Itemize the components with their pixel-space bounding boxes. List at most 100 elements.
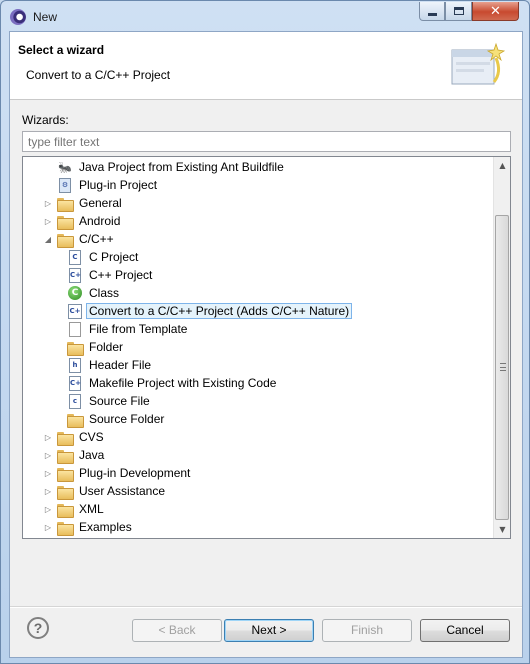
- finish-button[interactable]: Finish: [322, 619, 412, 642]
- expand-arrow-icon[interactable]: ▷: [43, 487, 53, 496]
- tree-item[interactable]: ▷ Android: [23, 212, 493, 230]
- scroll-down-icon[interactable]: ▼: [494, 521, 510, 538]
- collapse-arrow-icon[interactable]: ◢: [43, 235, 53, 244]
- grip-icon: [500, 363, 506, 371]
- expand-arrow-icon[interactable]: ▷: [43, 469, 53, 478]
- tree-item-label: File from Template: [89, 322, 188, 336]
- tree-item[interactable]: ▷ Java: [23, 446, 493, 464]
- tree-item-label: Folder: [89, 340, 124, 354]
- tree-item-label: General: [79, 196, 122, 210]
- folder-icon: [57, 465, 74, 482]
- folder-icon: [57, 195, 74, 212]
- tree-item[interactable]: ▷ User Assistance: [23, 482, 493, 500]
- tree-item[interactable]: c Source File: [23, 392, 493, 410]
- back-button[interactable]: < Back: [132, 619, 222, 642]
- tree-item-label: Header File: [89, 358, 152, 372]
- tree-item-label: Android: [79, 214, 121, 228]
- folder-icon: [67, 339, 84, 356]
- scroll-up-icon[interactable]: ▲: [494, 157, 510, 174]
- tree-item[interactable]: Source Folder: [23, 410, 493, 428]
- folder-icon: [57, 519, 74, 536]
- folder-icon: [57, 231, 74, 248]
- tree-item-label: Source Folder: [89, 412, 165, 426]
- tree-item[interactable]: ▷ Examples: [23, 518, 493, 536]
- tree-item[interactable]: ▷ Plug-in Development: [23, 464, 493, 482]
- next-button[interactable]: Next >: [224, 619, 314, 642]
- tree-item-label: Source File: [89, 394, 150, 408]
- tree-item[interactable]: ▷ CVS: [23, 428, 493, 446]
- expand-arrow-icon[interactable]: ▷: [43, 433, 53, 442]
- folder-icon: [57, 213, 74, 230]
- scrollbar-thumb[interactable]: [495, 215, 509, 520]
- tree-item-label: Makefile Project with Existing Code: [89, 376, 277, 390]
- folder-icon: [57, 483, 74, 500]
- maximize-button[interactable]: [445, 2, 472, 21]
- tree-item-label: Examples: [79, 520, 132, 534]
- tree-item[interactable]: 🐜 Java Project from Existing Ant Buildfil…: [23, 158, 493, 176]
- tree-item-label: Java: [79, 448, 105, 462]
- convert-icon: C+: [67, 303, 83, 319]
- tree-item[interactable]: C C Project: [23, 248, 493, 266]
- class-icon: C: [67, 285, 83, 301]
- title-bar[interactable]: New ✕: [1, 1, 529, 31]
- tree-item[interactable]: ▷ XML: [23, 500, 493, 518]
- tree-item[interactable]: Folder: [23, 338, 493, 356]
- tree-item-label: Plug-in Project: [79, 178, 158, 192]
- source-file-icon: c: [67, 393, 83, 409]
- tree-item-label: Java Project from Existing Ant Buildfile: [79, 160, 284, 174]
- expand-arrow-icon[interactable]: ▷: [43, 451, 53, 460]
- close-icon: ✕: [490, 3, 501, 19]
- tree-item-label: Class: [89, 286, 120, 300]
- expand-arrow-icon[interactable]: ▷: [43, 505, 53, 514]
- tree-item-label: Convert to a C/C++ Project (Adds C/C++ N…: [86, 303, 353, 319]
- folder-icon: [57, 447, 74, 464]
- expand-arrow-icon[interactable]: ▷: [43, 199, 53, 208]
- tree-item[interactable]: ▷ General: [23, 194, 493, 212]
- header-file-icon: h: [67, 357, 83, 373]
- maximize-icon: [453, 7, 464, 15]
- close-button[interactable]: ✕: [472, 2, 519, 21]
- tree-item[interactable]: File from Template: [23, 320, 493, 338]
- ant-icon: 🐜: [58, 160, 72, 174]
- minimize-icon: [427, 12, 437, 16]
- makefile-icon: C+: [67, 375, 83, 391]
- tree-item[interactable]: C Class: [23, 284, 493, 302]
- folder-icon: [57, 429, 74, 446]
- plugin-project-icon: ⚙: [57, 177, 73, 193]
- tree-item[interactable]: ⚙ Plug-in Project: [23, 176, 493, 194]
- wizards-label: Wizards:: [22, 113, 69, 127]
- wizard-banner: Select a wizard Convert to a C/C++ Proje…: [10, 32, 522, 100]
- wizard-banner-icon: [451, 42, 506, 85]
- source-folder-icon: [67, 411, 84, 428]
- cpp-project-icon: C+: [67, 267, 83, 283]
- tree-vertical-scrollbar[interactable]: ▲ ▼: [493, 157, 510, 538]
- banner-title: Select a wizard: [18, 43, 105, 57]
- tree-item[interactable]: h Header File: [23, 356, 493, 374]
- folder-icon: [57, 501, 74, 518]
- tree-item-label: XML: [79, 502, 104, 516]
- file-template-icon: [67, 321, 83, 337]
- banner-message: Convert to a C/C++ Project: [26, 68, 171, 82]
- expand-arrow-icon[interactable]: ▷: [43, 523, 53, 532]
- cancel-button[interactable]: Cancel: [420, 619, 510, 642]
- wizard-tree[interactable]: 🐜 Java Project from Existing Ant Buildfil…: [22, 156, 511, 539]
- help-button[interactable]: ?: [27, 617, 49, 639]
- button-bar-separator: [10, 606, 522, 608]
- minimize-button[interactable]: [419, 2, 445, 21]
- new-wizard-window: New ✕ Select a wizard Convert to a C/C++…: [0, 0, 530, 664]
- tree-item[interactable]: C+ Makefile Project with Existing Code: [23, 374, 493, 392]
- tree-item[interactable]: ◢ C/C++: [23, 230, 493, 248]
- tree-item[interactable]: C+ Convert to a C/C++ Project (Adds C/C++…: [23, 302, 493, 320]
- dialog-client-area: Select a wizard Convert to a C/C++ Proje…: [9, 31, 523, 658]
- tree-item-label: C Project: [89, 250, 139, 264]
- window-title: New: [33, 10, 58, 24]
- expand-arrow-icon[interactable]: ▷: [43, 217, 53, 226]
- tree-item[interactable]: C+ C++ Project: [23, 266, 493, 284]
- c-project-icon: C: [67, 249, 83, 265]
- eclipse-icon: [10, 9, 26, 25]
- tree-item-label: C++ Project: [89, 268, 153, 282]
- tree-item-label: C/C++: [79, 232, 114, 246]
- filter-input[interactable]: [22, 131, 511, 152]
- tree-item-label: Plug-in Development: [79, 466, 191, 480]
- tree-item-label: CVS: [79, 430, 104, 444]
